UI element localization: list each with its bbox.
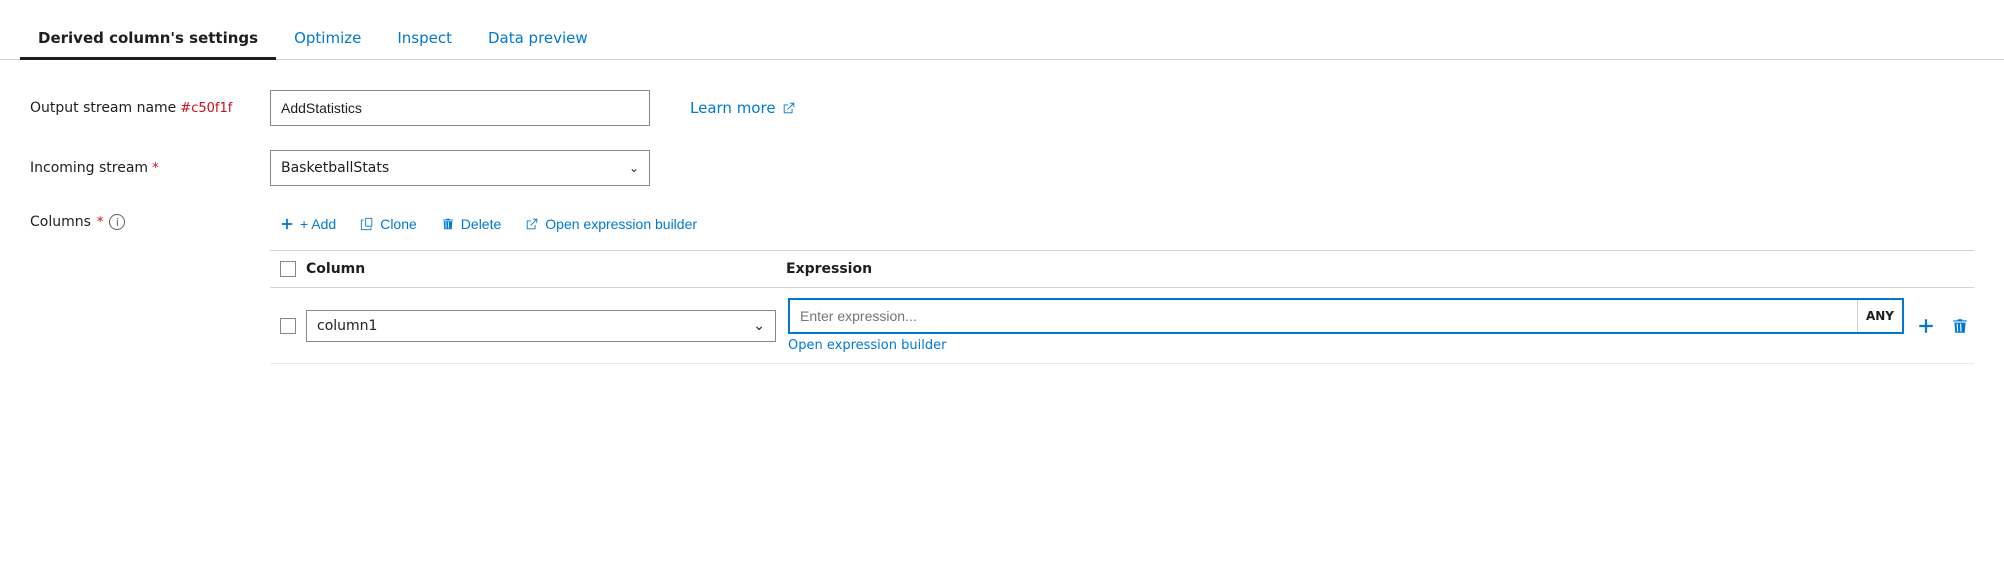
row1-add-icon bbox=[1917, 317, 1935, 335]
incoming-stream-value: BasketballStats bbox=[281, 160, 389, 176]
chevron-down-icon: ⌄ bbox=[629, 161, 639, 175]
add-button[interactable]: + Add bbox=[270, 210, 346, 238]
tab-inspect[interactable]: Inspect bbox=[379, 19, 470, 60]
clone-icon bbox=[360, 217, 374, 231]
output-stream-row: Output stream name #c50f1f Learn more bbox=[30, 90, 1974, 126]
row1-add-button[interactable] bbox=[1912, 312, 1940, 340]
tab-bar: Derived column's settings Optimize Inspe… bbox=[0, 0, 2004, 60]
expression-subrow: Open expression builder bbox=[788, 338, 1904, 353]
expression-type-badge[interactable]: ANY bbox=[1857, 300, 1902, 332]
open-expression-builder-link[interactable]: Open expression builder bbox=[788, 338, 946, 353]
column-header-expression: Expression bbox=[786, 261, 1974, 277]
incoming-stream-required: * bbox=[152, 161, 159, 176]
content-area: Output stream name #c50f1f Learn more In… bbox=[0, 60, 2004, 573]
tab-data-preview[interactable]: Data preview bbox=[470, 19, 606, 60]
row1-expression-cell: ANY Open expression builder bbox=[788, 298, 1904, 353]
table-header-row: Column Expression bbox=[270, 251, 1974, 288]
row1-delete-icon bbox=[1951, 317, 1969, 335]
row1-column-value: column1 bbox=[317, 318, 377, 334]
row1-actions bbox=[1912, 312, 1974, 340]
columns-section: Columns * i + Add Clone bbox=[30, 210, 1974, 364]
row1-delete-button[interactable] bbox=[1946, 312, 1974, 340]
header-checkbox-cell bbox=[270, 261, 306, 277]
row-checkbox-cell bbox=[270, 318, 306, 334]
main-container: Derived column's settings Optimize Inspe… bbox=[0, 0, 2004, 573]
learn-more-link[interactable]: Learn more bbox=[690, 99, 796, 117]
incoming-stream-select[interactable]: BasketballStats ⌄ bbox=[270, 150, 650, 186]
columns-required: * bbox=[97, 215, 104, 230]
delete-icon bbox=[441, 217, 455, 231]
columns-table: Column Expression column1 ⌄ bbox=[270, 250, 1974, 364]
external-link-icon bbox=[782, 101, 796, 115]
add-icon bbox=[280, 217, 294, 231]
table-row: column1 ⌄ ANY Open expressi bbox=[270, 288, 1974, 364]
columns-info-icon[interactable]: i bbox=[109, 214, 125, 230]
incoming-stream-label: Incoming stream * bbox=[30, 160, 250, 176]
columns-label: Columns * i bbox=[30, 210, 250, 230]
columns-right: + Add Clone Delete Open expression bbox=[270, 210, 1974, 364]
open-expression-icon bbox=[525, 217, 539, 231]
column-header-name: Column bbox=[306, 261, 786, 277]
columns-label-row: Columns * i + Add Clone bbox=[30, 210, 1974, 364]
incoming-stream-row: Incoming stream * BasketballStats ⌄ bbox=[30, 150, 1974, 186]
open-expression-builder-button[interactable]: Open expression builder bbox=[515, 210, 707, 238]
tab-derived-settings[interactable]: Derived column's settings bbox=[20, 19, 276, 60]
row1-column-chevron: ⌄ bbox=[753, 318, 765, 334]
clone-button[interactable]: Clone bbox=[350, 210, 427, 238]
output-stream-input[interactable] bbox=[270, 90, 650, 126]
row1-column-select[interactable]: column1 ⌄ bbox=[306, 310, 776, 342]
toolbar-row: + Add Clone Delete Open expression bbox=[270, 210, 1974, 250]
output-stream-required: #c50f1f bbox=[180, 101, 232, 116]
delete-button[interactable]: Delete bbox=[431, 210, 511, 238]
row1-checkbox[interactable] bbox=[280, 318, 296, 334]
header-checkbox[interactable] bbox=[280, 261, 296, 277]
expression-input[interactable] bbox=[790, 308, 1857, 324]
expression-input-wrapper: ANY bbox=[788, 298, 1904, 334]
tab-optimize[interactable]: Optimize bbox=[276, 19, 379, 60]
output-stream-label: Output stream name #c50f1f bbox=[30, 100, 250, 116]
